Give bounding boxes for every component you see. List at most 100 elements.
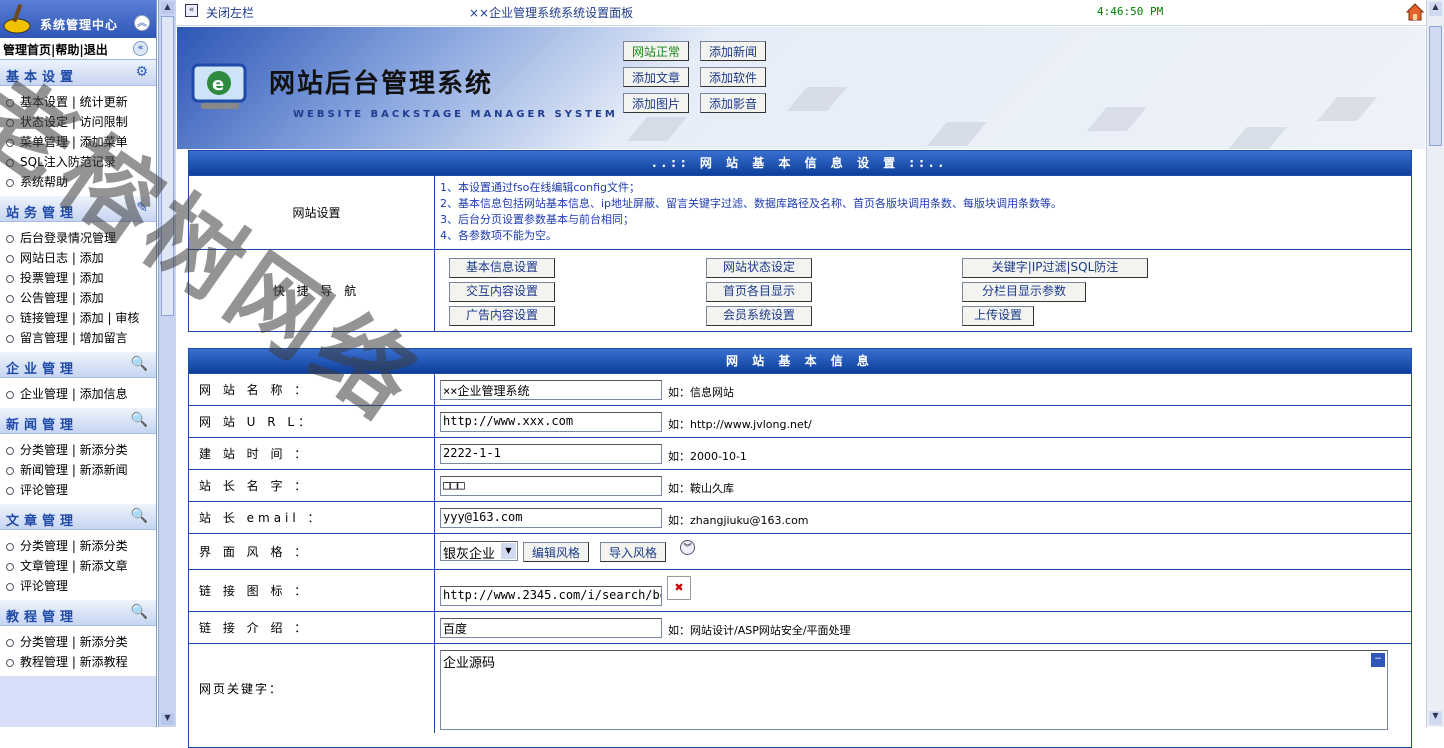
- menu-item[interactable]: 评论管理: [0, 480, 156, 500]
- keywords-textarea[interactable]: 企业源码 −: [440, 650, 1388, 730]
- menu-item-label[interactable]: 链接管理 | 添加 | 审核: [20, 311, 139, 325]
- add-news-button[interactable]: 添加新闻: [700, 41, 767, 61]
- menu-item[interactable]: 文章管理 | 新添文章: [0, 556, 156, 576]
- menu-item-label[interactable]: 后台登录情况管理: [20, 231, 116, 245]
- menu-item[interactable]: 教程管理 | 新添教程: [0, 652, 156, 672]
- sidebar-scroll-thumb[interactable]: [161, 16, 174, 316]
- menu-item-label[interactable]: 分类管理 | 新添分类: [20, 635, 128, 649]
- menu-item[interactable]: 评论管理: [0, 576, 156, 596]
- menu-group-header[interactable]: 新闻管理 🔍: [0, 408, 156, 434]
- add-image-button[interactable]: 添加图片: [623, 93, 690, 113]
- sidebar-scrollbar[interactable]: ▲ ▼: [158, 0, 176, 727]
- menu-item-label[interactable]: 系统帮助: [20, 175, 68, 189]
- menu-item-label[interactable]: 基本设置 | 统计更新: [20, 95, 128, 109]
- menu-item[interactable]: 企业管理 | 添加信息: [0, 384, 156, 404]
- menu-item-label[interactable]: 分类管理 | 新添分类: [20, 443, 128, 457]
- info-row: 站 长 email ： yyy@163.com 如：zhangjiuku@163.c…: [189, 501, 1411, 533]
- menu-item[interactable]: 系统帮助: [0, 172, 156, 192]
- import-style-button[interactable]: 导入风格: [600, 542, 667, 562]
- style-row: 界 面 风 格 ： 银灰企业 ▼ 编辑风格 导入风格 ︾: [189, 533, 1411, 569]
- menu-item[interactable]: 状态设定 | 访问限制: [0, 112, 156, 132]
- menu-item[interactable]: 公告管理 | 添加: [0, 288, 156, 308]
- menu-item-label[interactable]: 评论管理: [20, 483, 68, 497]
- menu-item-label[interactable]: 菜单管理 | 添加菜单: [20, 135, 128, 149]
- menu-item[interactable]: 投票管理 | 添加: [0, 268, 156, 288]
- menu-item-label[interactable]: 留言管理 | 增加留言: [20, 331, 128, 345]
- menu-item-label[interactable]: SQL注入防范记录: [20, 155, 116, 169]
- menu-item[interactable]: 基本设置 | 统计更新: [0, 92, 156, 112]
- menu-item-label[interactable]: 网站日志 | 添加: [20, 251, 104, 265]
- main-scroll-up-icon[interactable]: ▲: [1429, 2, 1442, 16]
- menu-item-label[interactable]: 教程管理 | 新添教程: [20, 655, 128, 669]
- menu-item-label[interactable]: 公告管理 | 添加: [20, 291, 104, 305]
- nav-upload-button[interactable]: 上传设置: [962, 306, 1034, 326]
- add-video-button[interactable]: 添加影音: [700, 93, 767, 113]
- nav-home-display-button[interactable]: 首页各目显示: [706, 282, 812, 302]
- add-software-button[interactable]: 添加软件: [700, 67, 767, 87]
- menu-item-label[interactable]: 文章管理 | 新添文章: [20, 559, 128, 573]
- textarea-shrink-icon[interactable]: −: [1371, 653, 1385, 667]
- menu-item-label[interactable]: 企业管理 | 添加信息: [20, 387, 128, 401]
- menu-group-header[interactable]: 文章管理 🔍: [0, 504, 156, 530]
- info-input[interactable]: 2222-1-1: [440, 444, 662, 464]
- menu-item[interactable]: 分类管理 | 新添分类: [0, 632, 156, 652]
- menu-item[interactable]: 菜单管理 | 添加菜单: [0, 132, 156, 152]
- menu-group-header[interactable]: 教程管理 🔍: [0, 600, 156, 626]
- info-input[interactable]: http://www.xxx.com: [440, 412, 662, 432]
- menu-group-header[interactable]: 基本设置 ⚙: [0, 60, 156, 86]
- site-normal-button[interactable]: 网站正常: [623, 41, 690, 61]
- scroll-up-icon[interactable]: ▲: [161, 2, 174, 14]
- menu-item[interactable]: 后台登录情况管理: [0, 228, 156, 248]
- scroll-down-icon[interactable]: ▼: [161, 713, 174, 725]
- menu-item-label[interactable]: 新闻管理 | 新添新闻: [20, 463, 128, 477]
- nav-site-status-button[interactable]: 网站状态设定: [706, 258, 812, 278]
- menu-group-body: 分类管理 | 新添分类 文章管理 | 新添文章 评论管理: [0, 530, 156, 600]
- menu-item[interactable]: 留言管理 | 增加留言: [0, 328, 156, 348]
- menu-item[interactable]: 新闻管理 | 新添新闻: [0, 460, 156, 480]
- menu-item[interactable]: SQL注入防范记录: [0, 152, 156, 172]
- info-input[interactable]: ××企业管理系统: [440, 380, 662, 400]
- menu-group-header[interactable]: 站务管理 ✎: [0, 196, 156, 222]
- bullet-icon: [6, 235, 14, 243]
- info-input[interactable]: □□□: [440, 476, 662, 496]
- edit-style-button[interactable]: 编辑风格: [523, 542, 590, 562]
- nav-interactive-button[interactable]: 交互内容设置: [449, 282, 555, 302]
- nav-keyword-filter-button[interactable]: 关键字|IP过滤|SQL防注: [962, 258, 1148, 278]
- intro-input[interactable]: 百度: [440, 618, 662, 638]
- add-article-button[interactable]: 添加文章: [623, 67, 690, 87]
- collapse-up-icon[interactable]: ︽: [134, 15, 150, 31]
- magnifier-icon: 🔍: [130, 356, 148, 372]
- info-label: 网 站 U R L：: [189, 406, 435, 437]
- sidebar-top-links[interactable]: 管理首页|帮助|退出 «: [0, 38, 156, 60]
- menu-item[interactable]: 分类管理 | 新添分类: [0, 536, 156, 556]
- menu-item-label[interactable]: 分类管理 | 新添分类: [20, 539, 128, 553]
- chevron-down-icon[interactable]: ▼: [501, 543, 516, 559]
- home-icon[interactable]: [1406, 3, 1424, 21]
- main-scrollbar[interactable]: ▲ ▼: [1426, 0, 1444, 727]
- menu-item[interactable]: 分类管理 | 新添分类: [0, 440, 156, 460]
- menu-item[interactable]: 链接管理 | 添加 | 审核: [0, 308, 156, 328]
- note-line: 2、基本信息包括网站基本信息、ip地址屏蔽、留言关键字过滤、数据库路径及名称、首…: [440, 197, 1063, 210]
- icon-url-input[interactable]: http://www.2345.com/i/search/bd: [440, 586, 662, 606]
- menu-item-label[interactable]: 状态设定 | 访问限制: [20, 115, 128, 129]
- menu-item-label[interactable]: 投票管理 | 添加: [20, 271, 104, 285]
- nav-member-system-button[interactable]: 会员系统设置: [706, 306, 812, 326]
- bullet-icon: [6, 639, 14, 647]
- expand-down-icon[interactable]: ︾: [680, 540, 695, 555]
- close-left-link[interactable]: 关闭左栏: [206, 4, 254, 21]
- nav-ad-content-button[interactable]: 广告内容设置: [449, 306, 555, 326]
- menu-item[interactable]: 网站日志 | 添加: [0, 248, 156, 268]
- info-input[interactable]: yyy@163.com: [440, 508, 662, 528]
- menu-group-header[interactable]: 企业管理 🔍: [0, 352, 156, 378]
- menu-item-label[interactable]: 评论管理: [20, 579, 68, 593]
- main-scroll-down-icon[interactable]: ▼: [1429, 711, 1442, 725]
- top-links-text[interactable]: 管理首页|帮助|退出: [3, 43, 108, 57]
- nav-column-params-button[interactable]: 分栏目显示参数: [962, 282, 1086, 302]
- nav-basic-info-button[interactable]: 基本信息设置: [449, 258, 555, 278]
- close-left-icon[interactable]: «: [185, 4, 198, 17]
- collapse-left-icon[interactable]: «: [133, 41, 148, 56]
- main-scroll-thumb[interactable]: [1429, 26, 1442, 146]
- quick-nav-buttons: 基本信息设置 网站状态设定 关键字|IP过滤|SQL防注 交互内容设置 首页各目…: [436, 250, 1411, 331]
- info-hint: 如：鞍山久库: [668, 482, 734, 495]
- style-select[interactable]: 银灰企业 ▼: [440, 541, 518, 561]
